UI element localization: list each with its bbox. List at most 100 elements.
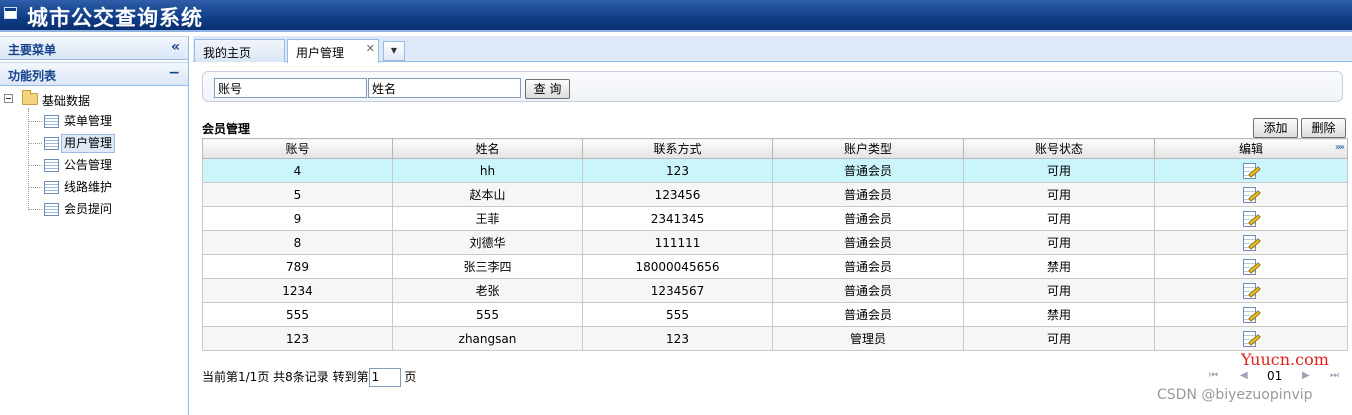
column-header[interactable]: 编辑 »» [1154,138,1348,159]
column-toggle-icon[interactable]: »» [1335,142,1345,153]
tree-collapse-icon[interactable] [4,94,13,103]
pager-page-suffix: 页 [404,370,417,384]
account-cell: 9 [202,206,393,231]
prev-page-icon[interactable]: ◀ [1240,370,1248,381]
table-icon [44,137,59,150]
name-cell: hh [392,158,583,183]
column-header[interactable]: 账号状态 [963,138,1155,159]
table-icon [44,159,59,172]
account-cell: 789 [202,254,393,279]
contact-cell: 555 [582,302,773,327]
status-cell: 可用 [963,278,1155,303]
contact-cell: 111111 [582,230,773,255]
first-page-icon[interactable]: ⏮ [1209,370,1218,381]
function-list-header[interactable]: 功能列表 − [0,62,188,86]
column-header[interactable]: 联系方式 [582,138,773,159]
name-cell: 刘德华 [392,230,583,255]
account-search-input[interactable] [214,78,367,98]
status-cell: 禁用 [963,302,1155,327]
folder-icon [22,90,38,105]
table-row[interactable]: 9 王菲 2341345 普通会员 可用 [202,206,1348,231]
edit-icon[interactable] [1242,306,1261,324]
account-type-cell: 普通会员 [772,302,964,327]
account-type-cell: 普通会员 [772,182,964,207]
add-button[interactable]: 添加 [1253,118,1298,138]
table-row[interactable]: 4 hh 123 普通会员 可用 [202,158,1348,183]
edit-cell [1154,206,1348,231]
current-page-number: 01 [1267,369,1283,383]
goto-page-input[interactable]: 1 [368,368,401,387]
edit-icon[interactable] [1242,258,1261,276]
edit-icon[interactable] [1242,186,1261,204]
name-cell: 老张 [392,278,583,303]
edit-icon[interactable] [1242,210,1261,228]
name-cell: zhangsan [392,326,583,351]
close-icon[interactable]: ✕ [366,42,375,55]
column-header-label: 编辑 [1238,142,1263,156]
site-watermark: Yuucn.com [1241,350,1329,369]
account-type-cell: 普通会员 [772,158,964,183]
name-search-input[interactable] [368,78,521,98]
edit-icon[interactable] [1242,282,1261,300]
contact-cell: 123 [582,326,773,351]
account-cell: 555 [202,302,393,327]
collapse-icon[interactable]: « [171,39,180,55]
account-cell: 123 [202,326,393,351]
search-button[interactable]: 查 询 [525,79,570,99]
table-row[interactable]: 1234 老张 1234567 普通会员 可用 [202,278,1348,303]
tab-bar: 我的主页 用户管理 ✕ ▼ [193,36,1352,63]
csdn-watermark: CSDN @biyezuopinvip [1157,387,1313,403]
contact-cell: 123 [582,158,773,183]
account-type-cell: 普通会员 [772,254,964,279]
column-header[interactable]: 账户类型 [772,138,964,159]
last-page-icon[interactable]: ⏭ [1330,370,1339,381]
tree-node-label: 基础数据 [42,94,91,108]
table-header-row: 账号 姓名 联系方式 账户类型 账号状态 编辑 »» [202,138,1348,159]
tree-guide-line [28,121,42,122]
table-icon [44,115,59,128]
minus-icon[interactable]: − [168,65,180,81]
edit-icon[interactable] [1242,330,1261,348]
app-title: 城市公交查询系统 [27,6,203,30]
edit-cell [1154,302,1348,327]
edit-cell [1154,230,1348,255]
tree-guide-line [28,187,42,188]
column-header[interactable]: 账号 [202,138,393,159]
table-row[interactable]: 5 赵本山 123456 普通会员 可用 [202,182,1348,207]
name-cell: 555 [392,302,583,327]
pager-summary: 当前第1/1页 共8条记录 转到第 [202,370,369,384]
delete-button[interactable]: 删除 [1301,118,1346,138]
edit-cell [1154,278,1348,303]
name-cell: 赵本山 [392,182,583,207]
name-cell: 张三李四 [392,254,583,279]
contact-cell: 18000045656 [582,254,773,279]
account-cell: 1234 [202,278,393,303]
contact-cell: 1234567 [582,278,773,303]
table-row[interactable]: 8 刘德华 111111 普通会员 可用 [202,230,1348,255]
tree-guide-line [28,209,42,210]
name-cell: 王菲 [392,206,583,231]
tab-user-management[interactable]: 用户管理 ✕ [287,39,379,63]
tree-item-label: 线路维护 [64,180,113,194]
table-row[interactable]: 123 zhangsan 123 管理员 可用 [202,326,1348,351]
edit-cell [1154,182,1348,207]
table-row[interactable]: 555 555 555 普通会员 禁用 [202,302,1348,327]
window-icon [4,7,17,19]
account-type-cell: 普通会员 [772,206,964,231]
tab-list-menu-button[interactable]: ▼ [383,41,405,61]
tab-home[interactable]: 我的主页 [194,39,285,62]
edit-icon[interactable] [1242,234,1261,252]
status-cell: 可用 [963,158,1155,183]
member-table: 账号 姓名 联系方式 账户类型 账号状态 编辑 »» 4 hh 123 普通会员 可用 5… [202,138,1348,351]
status-cell: 可用 [963,182,1155,207]
column-header[interactable]: 姓名 [392,138,583,159]
status-cell: 可用 [963,206,1155,231]
table-row[interactable]: 789 张三李四 18000045656 普通会员 禁用 [202,254,1348,279]
pager-nav: ⏮ ◀ 01 ▶ ⏭ [1209,368,1344,386]
table-icon [44,203,59,216]
next-page-icon[interactable]: ▶ [1302,370,1310,381]
account-cell: 8 [202,230,393,255]
status-cell: 可用 [963,230,1155,255]
edit-icon[interactable] [1242,162,1261,180]
contact-cell: 123456 [582,182,773,207]
